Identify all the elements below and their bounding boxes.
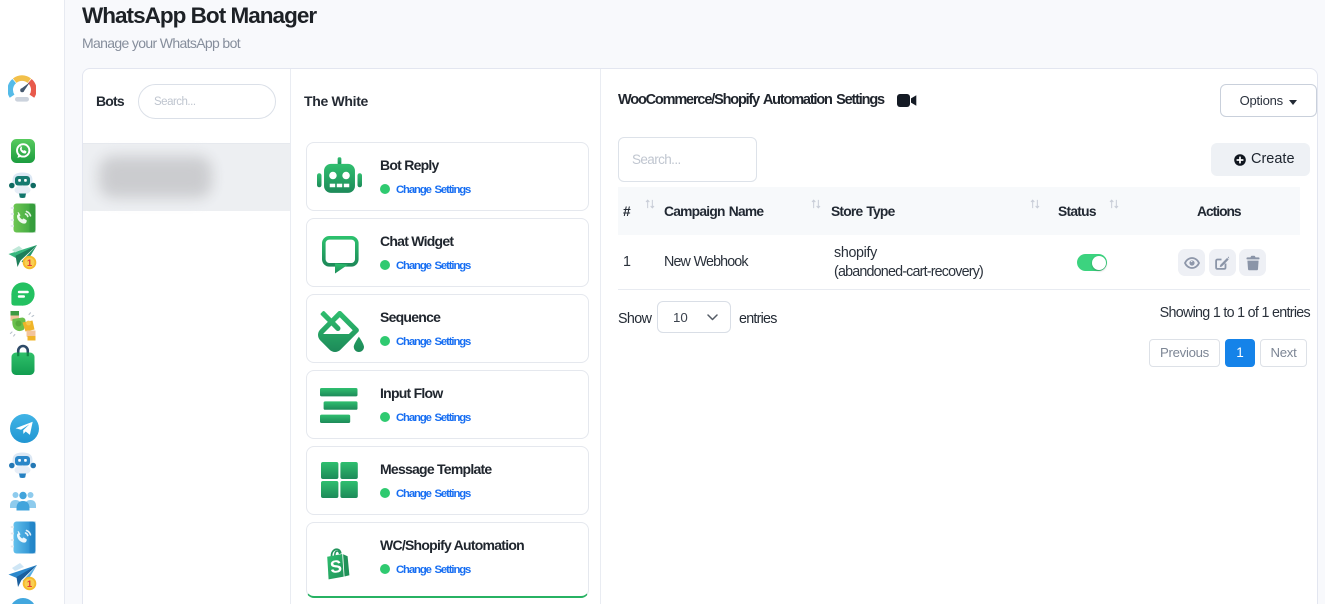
svg-text:1: 1 [27,258,33,269]
svg-text:1: 1 [27,579,33,590]
svg-text:S: S [329,556,343,577]
